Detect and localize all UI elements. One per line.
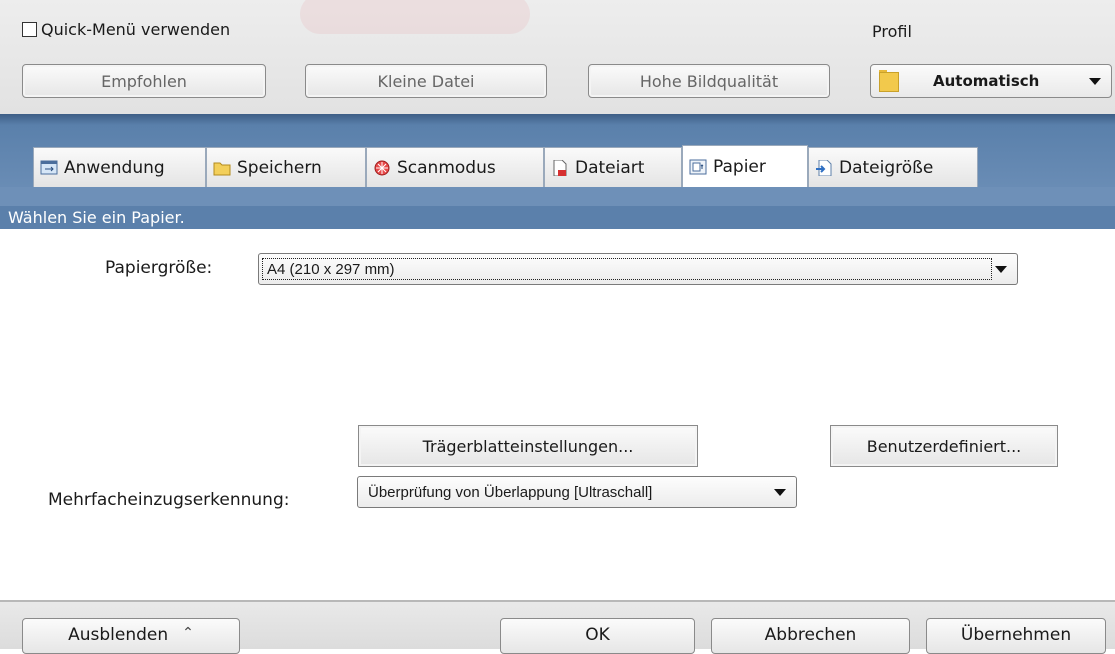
carrier-sheet-settings-button[interactable]: Trägerblatteinstellungen... [358, 425, 698, 467]
section-heading: Wählen Sie ein Papier. [0, 206, 1115, 229]
preset-recommended-button[interactable]: Empfohlen [22, 64, 266, 98]
file-size-icon [815, 159, 833, 176]
paper-size-value: A4 (210 x 297 mm) [267, 260, 395, 278]
tab-dateiart[interactable]: Dateiart [544, 147, 682, 187]
folder-icon [879, 70, 899, 92]
quick-menu-checkbox[interactable] [22, 22, 37, 37]
custom-size-button[interactable]: Benutzerdefiniert... [830, 425, 1058, 467]
chevron-down-icon[interactable] [1089, 77, 1101, 85]
file-type-icon [551, 159, 569, 176]
tab-papier[interactable]: Papier [682, 145, 808, 187]
tab-label: Papier [713, 156, 766, 177]
tab-label: Dateigröße [839, 157, 934, 178]
profile-value: Automatisch [933, 72, 1040, 90]
tab-label: Dateiart [575, 157, 645, 178]
chevron-up-icon: ⌃ [182, 625, 194, 641]
multifeed-value: Überprüfung von Überlappung [Ultraschall… [368, 483, 653, 501]
paper-icon [689, 159, 707, 175]
hide-button[interactable]: Ausblenden ⌃ [22, 618, 240, 654]
tab-anwendung[interactable]: Anwendung [33, 147, 206, 187]
paper-size-select[interactable]: A4 (210 x 297 mm) [258, 253, 1018, 285]
tab-scanmodus[interactable]: Scanmodus [366, 147, 544, 187]
scanmode-icon [373, 160, 391, 176]
chevron-down-icon[interactable] [995, 265, 1007, 273]
tab-dateigroesse[interactable]: Dateigröße [808, 147, 978, 187]
cancel-button[interactable]: Abbrechen [711, 618, 910, 654]
tab-speichern[interactable]: Speichern [206, 147, 366, 187]
profile-select[interactable]: Automatisch [870, 64, 1112, 98]
quick-menu-option[interactable]: Quick-Menü verwenden [22, 20, 230, 39]
paper-size-label: Papiergröße: [105, 258, 213, 278]
folder-icon [213, 160, 231, 176]
preset-high-quality-button[interactable]: Hohe Bildqualität [588, 64, 830, 98]
preset-small-file-button[interactable]: Kleine Datei [305, 64, 547, 98]
tab-label: Anwendung [64, 157, 165, 178]
multifeed-select[interactable]: Überprüfung von Überlappung [Ultraschall… [357, 476, 797, 508]
application-icon [40, 160, 58, 176]
profile-label: Profil [872, 22, 912, 41]
apply-button[interactable]: Übernehmen [926, 618, 1106, 654]
tab-bar-base [0, 187, 1115, 206]
watermark-logo [300, 0, 530, 34]
tab-label: Speichern [237, 157, 322, 178]
paper-size-focus: A4 (210 x 297 mm) [262, 258, 992, 280]
chevron-down-icon[interactable] [774, 488, 786, 496]
hide-label: Ausblenden [68, 625, 169, 645]
profile-panel: Quick-Menü verwenden Profil Empfohlen Kl… [0, 0, 1115, 114]
tab-label: Scanmodus [397, 157, 496, 178]
multifeed-label: Mehrfacheinzugserkennung: [48, 490, 290, 510]
ok-button[interactable]: OK [500, 618, 695, 654]
quick-menu-label: Quick-Menü verwenden [41, 20, 231, 39]
